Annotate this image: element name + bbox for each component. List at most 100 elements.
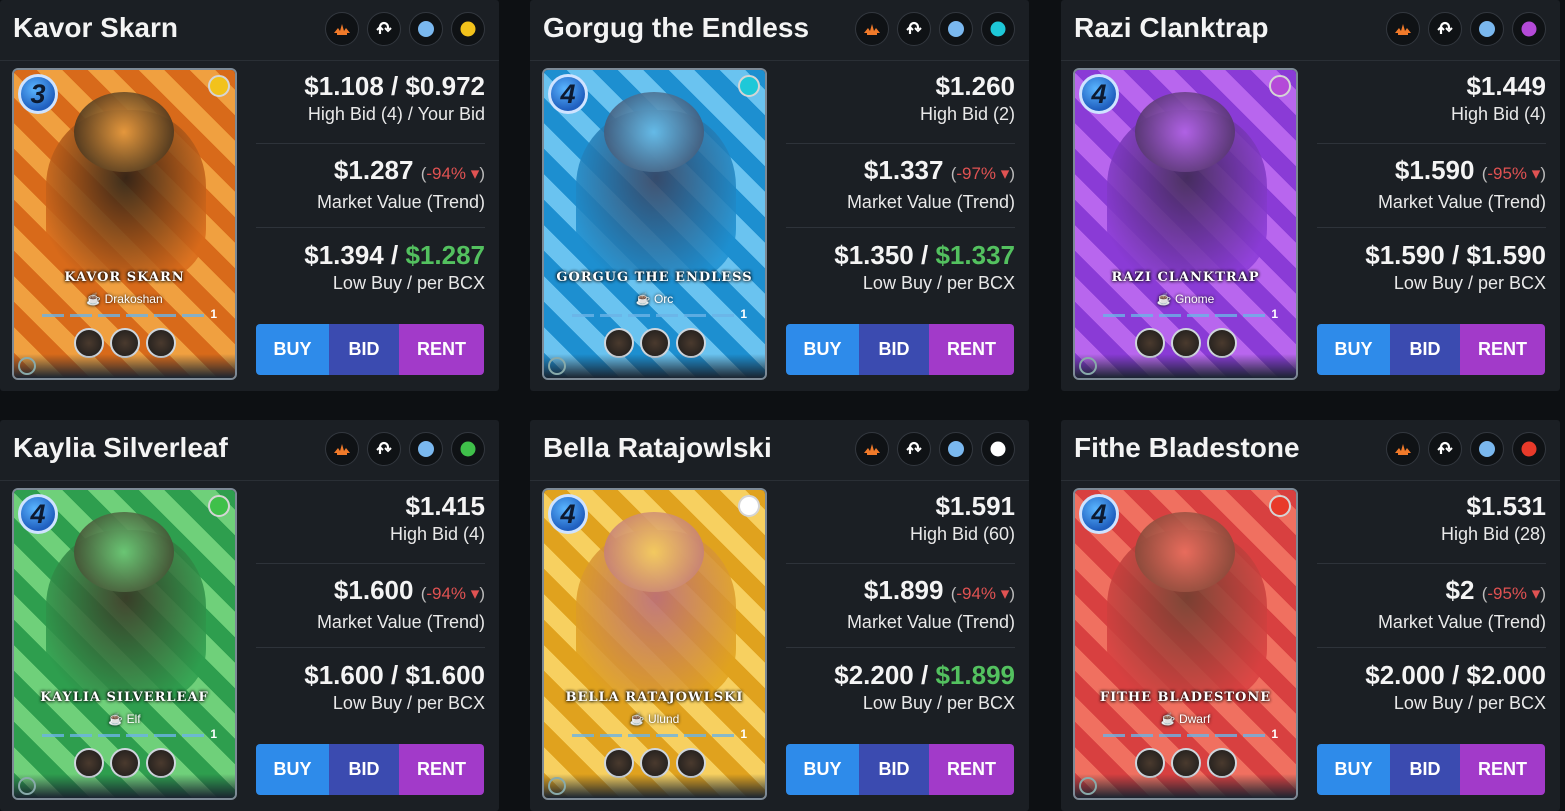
- buy-button[interactable]: BUY: [256, 744, 329, 795]
- high-bid-value: $1.260: [935, 71, 1015, 101]
- blue-dot-icon[interactable]: [939, 12, 973, 46]
- rent-button[interactable]: RENT: [1460, 324, 1545, 375]
- card-title[interactable]: Kaylia Silverleaf: [13, 432, 228, 464]
- bid-button[interactable]: BID: [1390, 324, 1460, 375]
- slash-separator: /: [1452, 660, 1460, 690]
- card-character-head: [1135, 512, 1235, 592]
- low-buy-row: $2.000 / $2.000 Low Buy / per BCX: [1317, 648, 1546, 734]
- mana-cost-badge: 4: [548, 74, 588, 114]
- buy-button[interactable]: BUY: [786, 744, 859, 795]
- buy-button[interactable]: BUY: [786, 324, 859, 375]
- race-label: Dwarf: [1178, 712, 1211, 726]
- level-progress-bar: [572, 314, 735, 317]
- level-progress-bar: [42, 734, 205, 737]
- card-art[interactable]: 4 GORGUG THE ENDLESS ☕ Orc 1: [542, 68, 767, 380]
- bid-button[interactable]: BID: [329, 324, 399, 375]
- high-bid-row: $1.531 High Bid (28): [1317, 482, 1546, 564]
- card-race: ☕ Orc: [544, 292, 765, 306]
- reverse-arrow-icon[interactable]: [897, 432, 931, 466]
- fire-burst-icon[interactable]: [325, 432, 359, 466]
- market-card: Kavor Skarn 3 KAVOR SKARN ☕ Drakoshan 1 …: [0, 0, 499, 391]
- rent-button[interactable]: RENT: [399, 744, 484, 795]
- element-badge-icon: [208, 495, 230, 517]
- level-progress-bar: [1103, 734, 1266, 737]
- market-value-amount: $1.337: [863, 155, 944, 185]
- market-value: $1.337 (-97% ▾): [786, 155, 1015, 189]
- card-race: ☕ Elf: [14, 712, 235, 726]
- mana-cost-badge: 4: [18, 494, 58, 534]
- reverse-arrow-icon[interactable]: [1428, 432, 1462, 466]
- level-progress-bar: [42, 314, 205, 317]
- header-icons: [1386, 432, 1546, 466]
- card-art[interactable]: 4 BELLA RATAJOWLSKI ☕ Ulund 1: [542, 488, 767, 800]
- element-icon[interactable]: [1512, 432, 1546, 466]
- race-label: Gnome: [1174, 292, 1215, 306]
- trend-indicator: (-95% ▾): [1481, 164, 1546, 183]
- high-bid-label: High Bid (28): [1440, 524, 1546, 544]
- fire-burst-icon[interactable]: [855, 12, 889, 46]
- card-title[interactable]: Razi Clanktrap: [1074, 12, 1269, 44]
- card-character-head: [74, 512, 174, 592]
- mana-cost-badge: 4: [548, 494, 588, 534]
- reverse-arrow-icon[interactable]: [367, 12, 401, 46]
- card-art[interactable]: 4 RAZI CLANKTRAP ☕ Gnome 1: [1073, 68, 1298, 380]
- card-art[interactable]: 3 KAVOR SKARN ☕ Drakoshan 1: [12, 68, 237, 380]
- element-icon[interactable]: [451, 432, 485, 466]
- blue-dot-icon[interactable]: [1470, 12, 1504, 46]
- header-icons: [325, 12, 485, 46]
- action-buttons: BUY BID RENT: [256, 744, 484, 795]
- card-header: Kavor Skarn: [0, 0, 499, 61]
- rent-button[interactable]: RENT: [1460, 744, 1545, 795]
- low-buy-row: $1.394 / $1.287 Low Buy / per BCX: [256, 228, 485, 314]
- reverse-arrow-icon[interactable]: [1428, 12, 1462, 46]
- card-title[interactable]: Bella Ratajowlski: [543, 432, 772, 464]
- card-art[interactable]: 4 KAYLIA SILVERLEAF ☕ Elf 1: [12, 488, 237, 800]
- card-race: ☕ Dwarf: [1075, 712, 1296, 726]
- card-title[interactable]: Fithe Bladestone: [1074, 432, 1300, 464]
- card-art[interactable]: 4 FITHE BLADESTONE ☕ Dwarf 1: [1073, 488, 1298, 800]
- blue-dot-icon[interactable]: [409, 12, 443, 46]
- rent-button[interactable]: RENT: [929, 744, 1014, 795]
- rent-button[interactable]: RENT: [399, 324, 484, 375]
- low-buy-label: Low Buy / per BCX: [332, 693, 485, 713]
- blue-dot-icon[interactable]: [409, 432, 443, 466]
- fire-burst-icon[interactable]: [855, 432, 889, 466]
- buy-button[interactable]: BUY: [256, 324, 329, 375]
- rent-button[interactable]: RENT: [929, 324, 1014, 375]
- buy-button[interactable]: BUY: [1317, 324, 1390, 375]
- bid-button[interactable]: BID: [859, 744, 929, 795]
- card-level: 1: [1271, 727, 1278, 741]
- reverse-arrow-icon[interactable]: [897, 12, 931, 46]
- fire-burst-icon[interactable]: [1386, 12, 1420, 46]
- action-buttons: BUY BID RENT: [1317, 744, 1545, 795]
- fire-burst-icon[interactable]: [325, 12, 359, 46]
- trend-indicator: (-95% ▾): [1481, 584, 1546, 603]
- per-bcx-amount: $1.590: [1466, 240, 1546, 270]
- market-value-row: $1.600 (-94% ▾) Market Value (Trend): [256, 564, 485, 648]
- card-level: 1: [740, 727, 747, 741]
- element-icon[interactable]: [981, 12, 1015, 46]
- card-footer: [14, 774, 235, 798]
- card-title[interactable]: Kavor Skarn: [13, 12, 178, 44]
- trend-percent: -95%: [1487, 584, 1528, 603]
- bid-button[interactable]: BID: [1390, 744, 1460, 795]
- fire-burst-icon[interactable]: [1386, 432, 1420, 466]
- blue-dot-icon[interactable]: [939, 432, 973, 466]
- race-label: Drakoshan: [104, 292, 163, 306]
- bid-button[interactable]: BID: [329, 744, 399, 795]
- element-icon[interactable]: [981, 432, 1015, 466]
- market-card: Bella Ratajowlski 4 BELLA RATAJOWLSKI ☕ …: [530, 420, 1029, 811]
- trend-percent: -94%: [956, 584, 997, 603]
- high-bid-label: High Bid (60): [909, 524, 1015, 544]
- reverse-arrow-icon[interactable]: [367, 432, 401, 466]
- card-title[interactable]: Gorgug the Endless: [543, 12, 809, 44]
- high-bid-label: High Bid (4) / Your Bid: [307, 104, 485, 124]
- blue-dot-icon[interactable]: [1470, 432, 1504, 466]
- element-icon[interactable]: [1512, 12, 1546, 46]
- buy-button[interactable]: BUY: [1317, 744, 1390, 795]
- bid-button[interactable]: BID: [859, 324, 929, 375]
- edition-icon: [548, 357, 566, 375]
- card-footer: [544, 774, 765, 798]
- element-icon[interactable]: [451, 12, 485, 46]
- price-info: $1.260 High Bid (2) $1.337 (-97% ▾) Mark…: [786, 62, 1015, 314]
